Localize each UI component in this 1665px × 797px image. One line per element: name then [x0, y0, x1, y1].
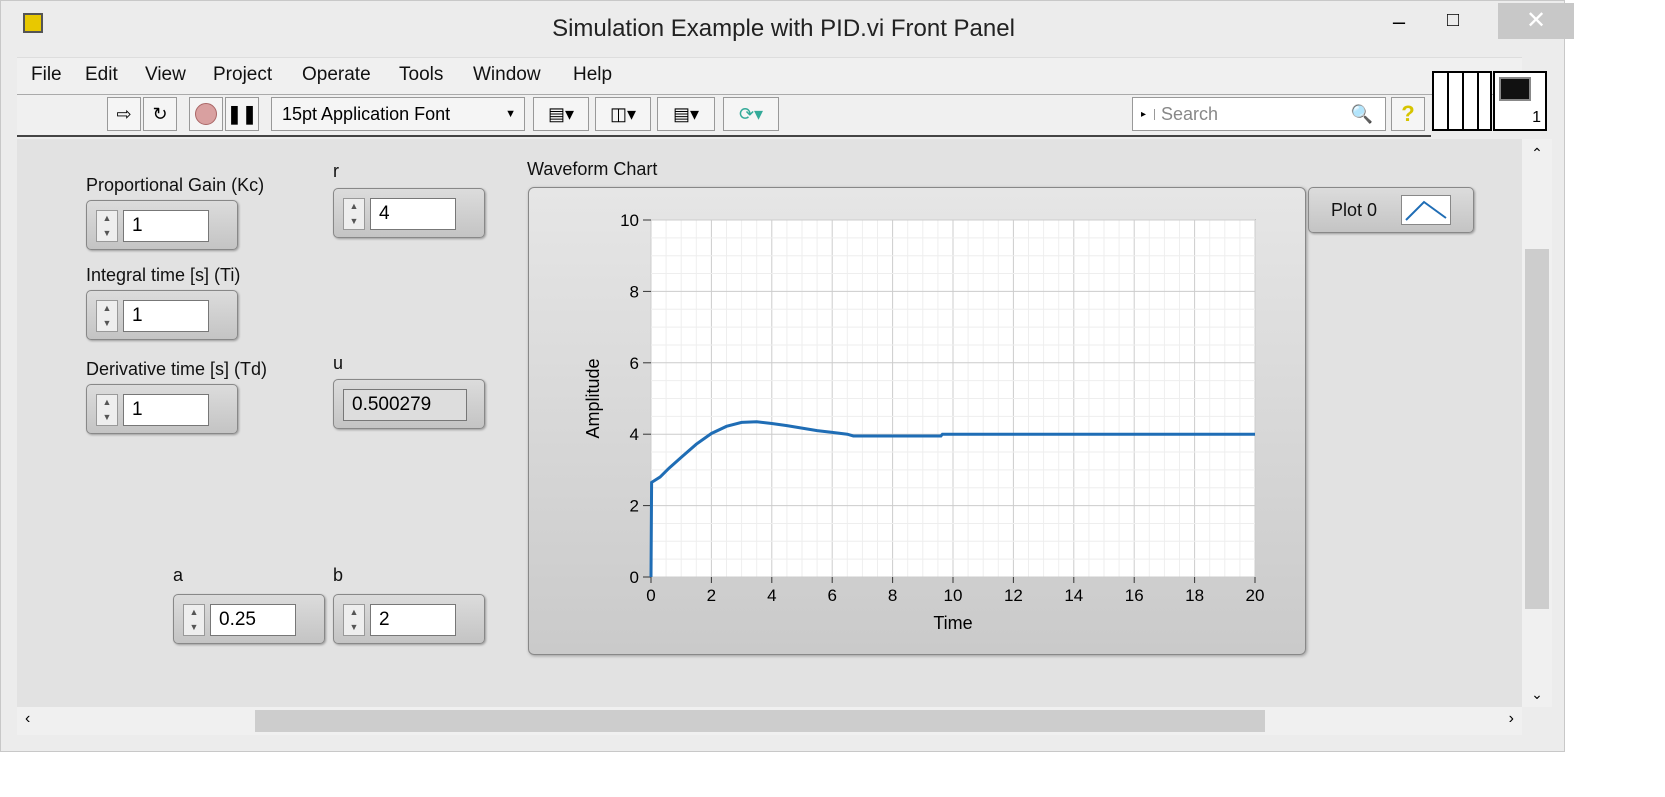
menu-tools[interactable]: Tools: [399, 64, 443, 86]
y-tick-label: 6: [630, 354, 639, 373]
menu-window[interactable]: Window: [473, 64, 541, 86]
chart-svg: 0 2 4 6 8 10 12 14 16 18 20 0 2 4 6 8 10 Time Amplitude: [583, 211, 1265, 633]
window: Simulation Example with PID.vi Front Pan…: [0, 0, 1574, 752]
window-title: Simulation Example with PID.vi Front Pan…: [552, 15, 1015, 42]
kc-control: ▲ ▼ 1: [86, 200, 238, 250]
run-continuously-icon[interactable]: ↻: [143, 97, 177, 131]
ti-control: ▲ ▼ 1: [86, 290, 238, 340]
connector-pane-icon[interactable]: [1432, 71, 1492, 131]
maximize-button[interactable]: □: [1433, 9, 1473, 39]
r-control: ▲ ▼ 4: [333, 188, 485, 238]
vi-icon-number: 1: [1532, 109, 1541, 126]
y-tick-label: 8: [630, 282, 639, 301]
plot-legend[interactable]: Plot 0: [1308, 187, 1474, 233]
x-tick-label: 14: [1064, 586, 1083, 605]
x-tick-label: 16: [1125, 586, 1144, 605]
search-icon[interactable]: 🔍: [1351, 104, 1373, 125]
font-dropdown[interactable]: 15pt Application Font ▼: [271, 97, 525, 131]
b-stepper[interactable]: ▲ ▼: [343, 604, 365, 636]
x-axis-label: Time: [933, 613, 972, 633]
horizontal-scrollbar[interactable]: ‹ ›: [17, 707, 1522, 735]
x-tick-label: 0: [646, 586, 655, 605]
a-input[interactable]: 0.25: [210, 604, 296, 636]
y-tick-label: 4: [630, 425, 639, 444]
vi-icon[interactable]: 1: [1493, 71, 1547, 131]
x-tick-label: 4: [767, 586, 776, 605]
kc-stepper[interactable]: ▲ ▼: [96, 210, 118, 242]
close-button[interactable]: ✕: [1498, 3, 1574, 39]
x-tick-label: 8: [888, 586, 897, 605]
r-label: r: [333, 161, 339, 181]
a-label: a: [173, 565, 184, 585]
ti-label: Integral time [s] (Ti): [86, 265, 241, 285]
menu-project[interactable]: Project: [213, 64, 272, 86]
menu-bar: File Edit View Project Operate Tools Win…: [17, 57, 1522, 95]
y-tick-label: 10: [620, 211, 639, 230]
scroll-up-icon[interactable]: ⌃: [1522, 145, 1552, 162]
ti-stepper[interactable]: ▲ ▼: [96, 300, 118, 332]
scroll-right-icon[interactable]: ›: [1509, 710, 1514, 728]
td-input[interactable]: 1: [123, 394, 209, 426]
menu-file[interactable]: File: [31, 64, 62, 86]
align-objects-icon[interactable]: ▤▾: [533, 97, 589, 131]
x-tick-label: 12: [1004, 586, 1023, 605]
x-tick-label: 6: [827, 586, 836, 605]
kc-label: Proportional Gain (Kc): [86, 175, 265, 195]
search-placeholder: Search: [1161, 103, 1219, 124]
legend-plot-name: Plot 0: [1331, 200, 1378, 220]
b-control: ▲ ▼ 2: [333, 594, 485, 644]
minimize-button[interactable]: –: [1379, 9, 1419, 39]
resize-objects-icon[interactable]: ▤▾: [657, 97, 715, 131]
x-tick-label: 10: [944, 586, 963, 605]
u-value: 0.500279: [343, 389, 467, 421]
scroll-left-icon[interactable]: ‹: [25, 710, 30, 728]
help-icon[interactable]: ?: [1391, 97, 1425, 131]
menu-edit[interactable]: Edit: [85, 64, 118, 86]
x-tick-label: 2: [707, 586, 716, 605]
td-stepper[interactable]: ▲ ▼: [96, 394, 118, 426]
td-control: ▲ ▼ 1: [86, 384, 238, 434]
font-value: 15pt Application Font: [282, 103, 451, 124]
a-stepper[interactable]: ▲ ▼: [183, 604, 205, 636]
x-tick-label: 20: [1246, 586, 1265, 605]
td-label: Derivative time [s] (Td): [86, 359, 268, 379]
u-label: u: [333, 353, 344, 373]
chart-title: Waveform Chart: [527, 159, 658, 179]
y-axis-label: Amplitude: [583, 358, 603, 438]
menu-help[interactable]: Help: [573, 64, 612, 86]
pause-icon[interactable]: ❚❚: [225, 97, 259, 131]
menu-view[interactable]: View: [145, 64, 186, 86]
scroll-down-icon[interactable]: ⌄: [1522, 686, 1552, 703]
search-input[interactable]: ▸ Search 🔍: [1132, 97, 1386, 131]
horizontal-scroll-thumb[interactable]: [255, 710, 1265, 732]
r-stepper[interactable]: ▲ ▼: [343, 198, 365, 230]
kc-input[interactable]: 1: [123, 210, 209, 242]
run-arrow-icon[interactable]: ⇨: [107, 97, 141, 131]
b-input[interactable]: 2: [370, 604, 456, 636]
waveform-chart: 0 2 4 6 8 10 12 14 16 18 20 0 2 4 6 8 10 Time Amplitude: [528, 187, 1306, 655]
y-tick-label: 0: [630, 568, 639, 587]
b-label: b: [333, 565, 344, 585]
vertical-scrollbar[interactable]: ⌃ ⌄: [1522, 139, 1552, 707]
r-input[interactable]: 4: [370, 198, 456, 230]
u-indicator: 0.500279: [333, 379, 485, 429]
reorder-icon[interactable]: ⟳▾: [723, 97, 779, 131]
a-control: ▲ ▼ 0.25: [173, 594, 325, 644]
ti-input[interactable]: 1: [123, 300, 209, 332]
distribute-objects-icon[interactable]: ◫▾: [595, 97, 651, 131]
toolbar: ⇨ ↻ ❚❚ 15pt Application Font ▼ ▤▾ ◫▾ ▤▾ ⟳…: [17, 95, 1431, 137]
menu-operate[interactable]: Operate: [302, 64, 371, 86]
abort-icon[interactable]: [189, 97, 223, 131]
y-tick-label: 2: [630, 497, 639, 516]
legend-line-icon: [1401, 195, 1451, 225]
search-options-icon[interactable]: ▸: [1133, 108, 1155, 120]
vertical-scroll-thumb[interactable]: [1525, 249, 1549, 609]
chevron-down-icon: ▼: [505, 108, 516, 120]
x-tick-label: 18: [1185, 586, 1204, 605]
